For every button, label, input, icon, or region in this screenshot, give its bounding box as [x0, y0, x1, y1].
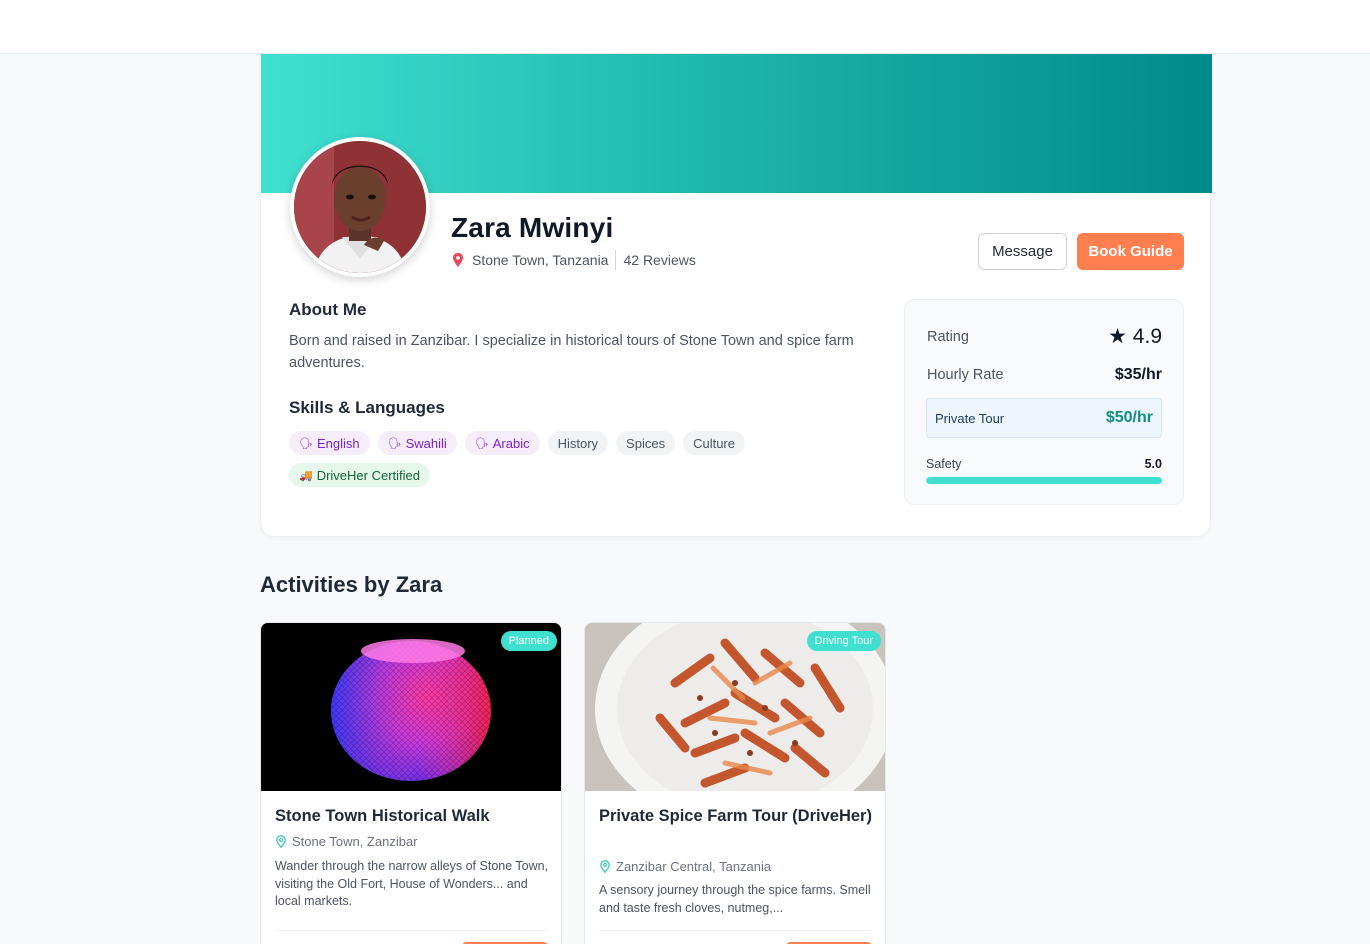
activity-title[interactable]: Stone Town Historical Walk	[275, 804, 549, 829]
activity-location-label: Zanzibar Central, Tanzania	[616, 859, 772, 874]
language-tag: 🗣 Arabic	[464, 431, 540, 455]
safety-bar-fill	[926, 477, 1162, 484]
language-tag: 🗣 English	[289, 431, 370, 455]
stats-panel: Rating ★ 4.9 Hourly Rate $35/hr Private …	[904, 299, 1184, 505]
about-text: Born and raised in Zanzibar. I specializ…	[289, 333, 854, 371]
speech-icon: 🗣	[387, 437, 402, 450]
activity-description: A sensory journey through the spice farm…	[599, 883, 871, 915]
activity-badge: Planned	[500, 631, 557, 651]
location-icon	[600, 860, 610, 873]
about-title: About Me	[289, 300, 367, 319]
safety-bar	[926, 477, 1162, 484]
language-tag-label: Swahili	[405, 435, 447, 451]
activity-location-label: Stone Town, Zanzibar	[292, 834, 418, 849]
language-tag: 🗣 Swahili	[377, 431, 457, 455]
safety-label: Safety	[926, 457, 962, 471]
card-divider	[275, 930, 547, 931]
guide-location: Stone Town, Tanzania	[472, 252, 609, 268]
hourly-rate-value: $35/hr	[1114, 366, 1162, 383]
certification-tag: 🚚 DriveHer Certified	[289, 463, 431, 487]
private-tour-label: Private Tour	[935, 410, 1005, 426]
guide-reviews[interactable]: 42 Reviews	[623, 252, 695, 268]
private-tour-price: $50/hr	[1105, 409, 1153, 426]
safety-row: Safety 5.0	[926, 457, 1162, 471]
location-pin-icon	[453, 253, 463, 267]
skills-title: Skills & Languages	[289, 398, 445, 417]
guide-meta: Stone Town, Tanzania 42 Reviews	[451, 249, 696, 271]
message-button[interactable]: Message	[978, 233, 1067, 270]
activity-badge: Driving Tour	[806, 631, 881, 651]
activities-title: Activities by Zara	[260, 572, 443, 597]
activity-card[interactable]: Driving Tour Private Spice Farm Tour (Dr…	[584, 622, 886, 944]
skill-tag: Culture	[683, 431, 745, 455]
language-tag-label: Arabic	[492, 435, 530, 451]
avatar	[290, 137, 430, 277]
rating-value: ★ 4.9	[1108, 325, 1162, 348]
speech-icon: 🗣	[299, 437, 313, 450]
meta-divider	[615, 250, 617, 270]
truck-icon: 🚚	[299, 469, 313, 482]
profile-card: Zara Mwinyi Stone Town, Tanzania 42 Revi…	[260, 54, 1212, 537]
skill-tag: History	[547, 431, 609, 455]
activity-title[interactable]: Private Spice Farm Tour (DriveHer)	[599, 804, 873, 829]
rating-label: Rating	[927, 328, 969, 345]
certification-label: DriveHer Certified	[316, 467, 421, 483]
guide-name: Zara Mwinyi	[451, 212, 614, 243]
private-tour-rate: Private Tour $50/hr	[926, 398, 1162, 438]
skills-tags: 🗣 English 🗣 Swahili 🗣 Arabic History Spices…	[289, 431, 849, 487]
activity-location: Zanzibar Central, Tanzania	[599, 859, 771, 874]
speech-icon: 🗣	[474, 437, 489, 450]
location-icon	[276, 835, 286, 848]
activity-image: Driving Tour	[585, 623, 885, 791]
activity-card[interactable]: Planned Stone Town Historical Walk Stone…	[260, 622, 562, 944]
hourly-rate-label: Hourly Rate	[927, 367, 1004, 383]
activity-description: Wander through the narrow alleys of Ston…	[275, 859, 549, 908]
book-guide-button[interactable]: Book Guide	[1077, 233, 1184, 270]
skill-tag: Spices	[616, 431, 676, 455]
language-tag-label: English	[316, 435, 360, 451]
top-navigation-bar	[0, 0, 1370, 54]
activity-location: Stone Town, Zanzibar	[275, 834, 418, 849]
safety-value: 5.0	[1144, 457, 1162, 471]
hourly-rate-row: Hourly Rate $35/hr	[927, 366, 1162, 384]
activity-image: Planned	[261, 623, 561, 791]
rating-row: Rating ★ 4.9	[927, 324, 1162, 349]
card-divider	[599, 930, 871, 931]
